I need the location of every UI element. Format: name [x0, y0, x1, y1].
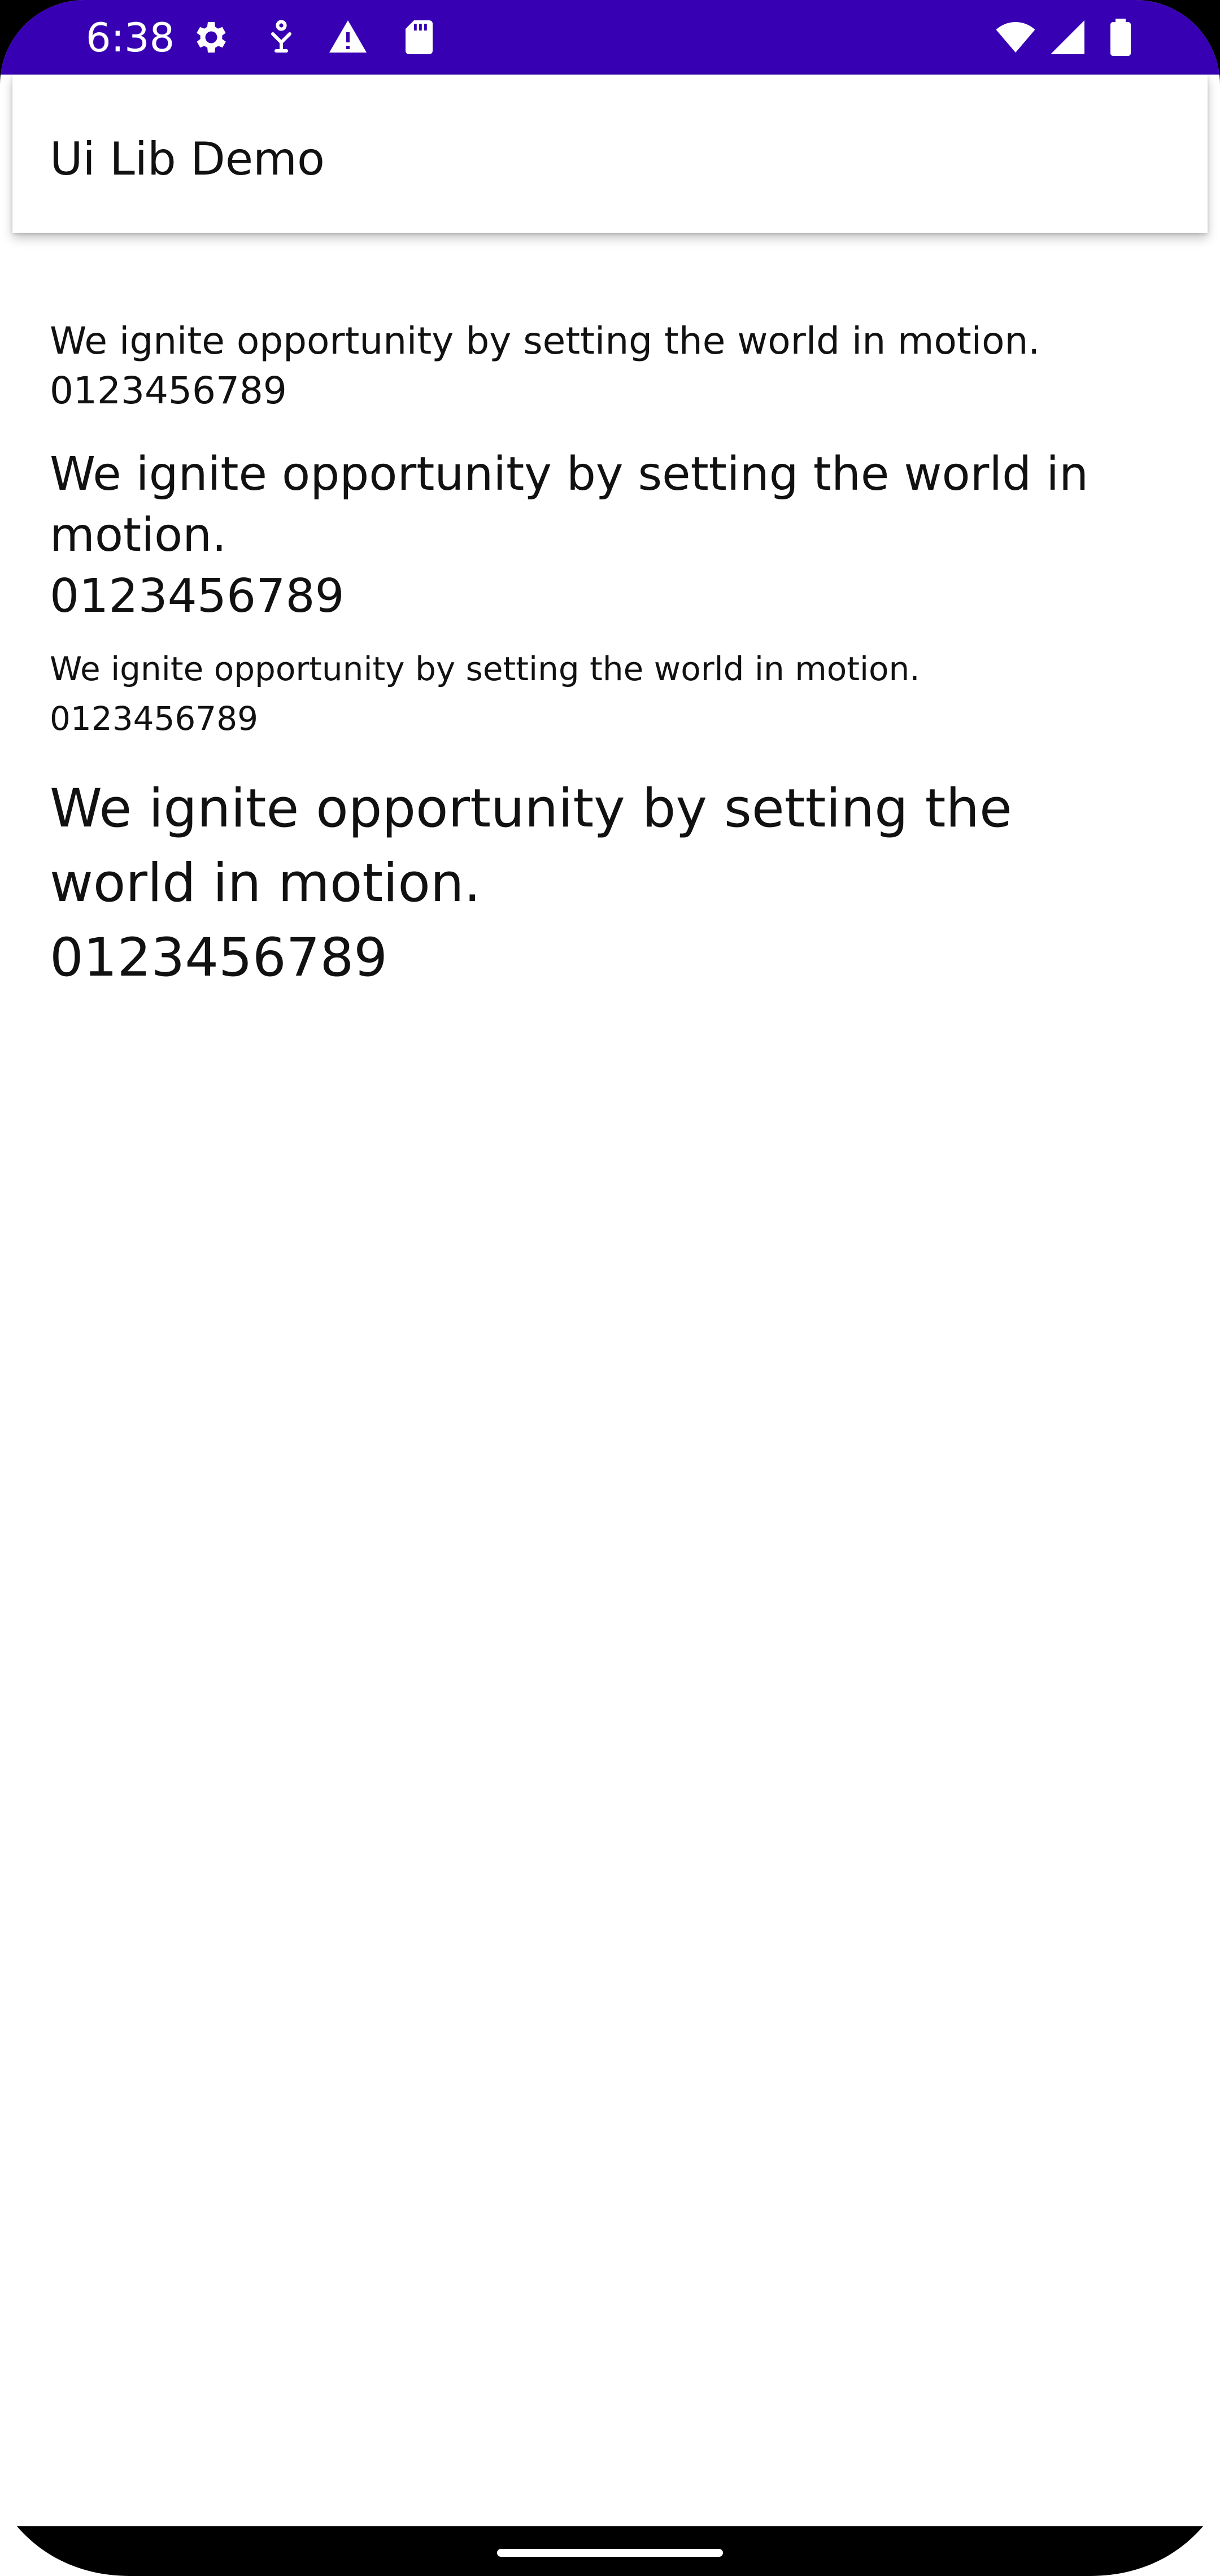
- sample-digits: 0123456789: [50, 699, 259, 738]
- phone-screen: 6:38 Ui Lib Demo We ignite opportunity b…: [0, 0, 1220, 2576]
- accessibility-icon: [271, 20, 291, 53]
- cell-signal-icon: [1051, 20, 1084, 54]
- warning-icon: [329, 20, 367, 53]
- status-bar: 6:38: [0, 0, 1220, 75]
- sd-card-icon: [406, 20, 433, 54]
- text-sample-3: We ignite opportunity by setting the wor…: [50, 644, 1174, 743]
- gear-icon: [197, 22, 226, 53]
- sample-sentence: We ignite opportunity by setting the wor…: [50, 319, 1040, 363]
- text-sample-4: We ignite opportunity by setting the wor…: [50, 772, 1174, 995]
- app-bar: Ui Lib Demo: [12, 75, 1208, 233]
- typography-list: We ignite opportunity by setting the wor…: [50, 316, 1174, 995]
- sample-digits: 0123456789: [50, 369, 287, 412]
- status-time: 6:38: [86, 15, 175, 61]
- navigation-bar: [0, 2520, 1220, 2576]
- sample-sentence: We ignite opportunity by setting the wor…: [50, 778, 1012, 914]
- sample-sentence: We ignite opportunity by setting the wor…: [50, 650, 920, 688]
- sample-digits: 0123456789: [50, 927, 388, 989]
- battery-icon: [1110, 19, 1131, 56]
- wifi-icon: [996, 22, 1035, 53]
- text-sample-1: We ignite opportunity by setting the wor…: [50, 316, 1174, 416]
- app-title: Ui Lib Demo: [50, 133, 325, 185]
- home-gesture-handle[interactable]: [497, 2549, 723, 2557]
- sample-sentence: We ignite opportunity by setting the wor…: [50, 447, 1089, 562]
- sample-digits: 0123456789: [50, 569, 345, 623]
- text-sample-2: We ignite opportunity by setting the wor…: [50, 444, 1174, 627]
